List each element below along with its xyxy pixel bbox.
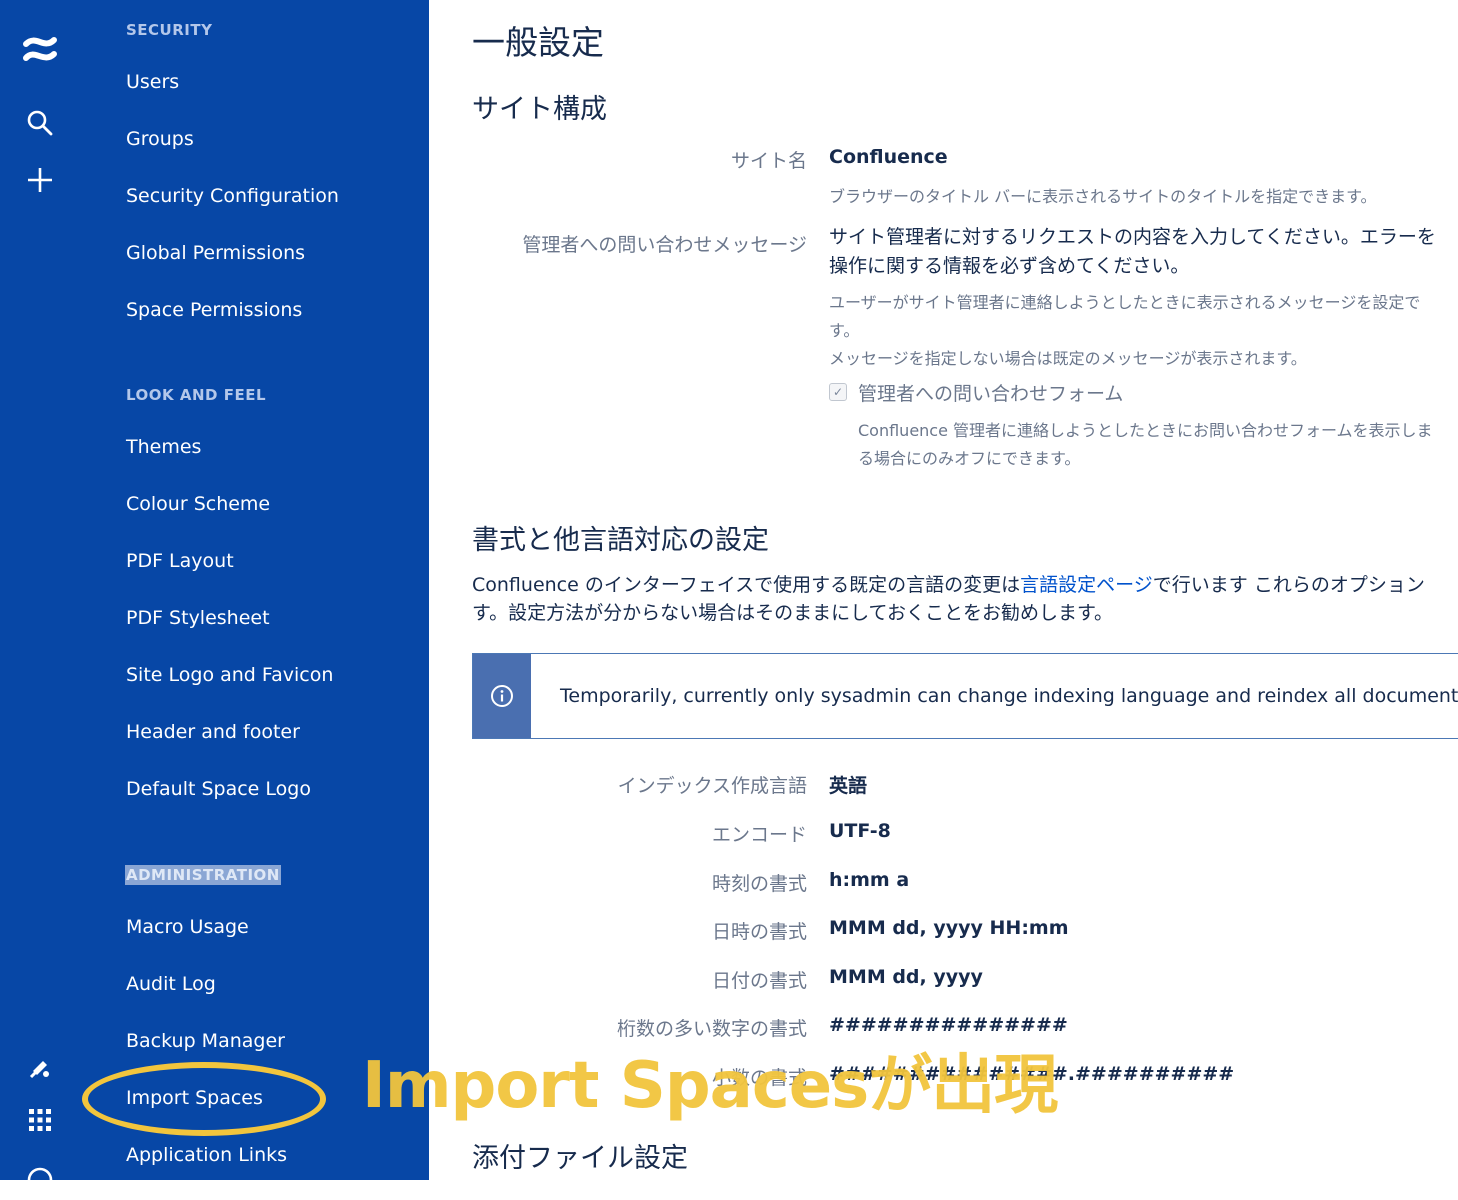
sidebar-item-application-links[interactable]: Application Links — [126, 1144, 287, 1166]
plus-icon[interactable] — [20, 160, 60, 200]
section-title-format: 書式と他言語対応の設定 — [472, 525, 769, 556]
section-heading-look-and-feel: LOOK AND FEEL — [126, 386, 267, 404]
info-icon — [473, 654, 531, 738]
field-label-date-format: 日付の書式 — [711, 970, 807, 992]
app-switcher-icon[interactable] — [20, 1100, 60, 1140]
global-nav-rail — [0, 0, 84, 1193]
site-name-value: Confluence — [829, 146, 948, 168]
sidebar-item-groups[interactable]: Groups — [126, 128, 194, 150]
sidebar-item-default-space-logo[interactable]: Default Space Logo — [126, 778, 311, 800]
section-title-attachments: 添付ファイル設定 — [472, 1143, 688, 1174]
admin-sidebar: SECURITY Users Groups Security Configura… — [84, 0, 429, 1180]
field-label-time-format: 時刻の書式 — [711, 873, 807, 895]
contact-form-desc-line2: る場合にのみオフにできます。 — [858, 449, 1081, 468]
contact-form-desc-line1: Confluence 管理者に連絡しようとしたときにお問い合わせフォームを表示し… — [858, 421, 1433, 440]
field-value-date-format: MMM dd, yyyy — [829, 966, 983, 988]
contact-message-desc-line3: メッセージを指定しない場合は既定のメッセージが表示されます。 — [829, 349, 1307, 368]
sidebar-item-users[interactable]: Users — [126, 71, 179, 93]
sidebar-item-space-permissions[interactable]: Space Permissions — [126, 299, 302, 321]
language-settings-link[interactable]: 言語設定ページ — [1020, 574, 1153, 596]
site-name-description: ブラウザーのタイトル バーに表示されるサイトのタイトルを指定できます。 — [829, 187, 1377, 206]
field-label-indexing-language: インデックス作成言語 — [617, 775, 807, 797]
sidebar-item-pdf-layout[interactable]: PDF Layout — [126, 550, 234, 572]
search-icon[interactable] — [20, 103, 60, 143]
format-intro-line2: す。設定方法が分からない場合はそのままにしておくことをお勧めします。 — [472, 602, 1114, 624]
confluence-logo-icon[interactable] — [20, 32, 60, 72]
field-value-long-number-format: ############### — [829, 1014, 1068, 1036]
sidebar-item-audit-log[interactable]: Audit Log — [126, 973, 216, 995]
format-intro-pre: Confluence のインターフェイスで使用する既定の言語の変更は — [472, 574, 1021, 596]
section-heading-security: SECURITY — [126, 21, 213, 39]
site-name-label: サイト名 — [730, 150, 807, 172]
contact-message-label: 管理者への問い合わせメッセージ — [522, 234, 807, 256]
field-label-datetime-format: 日時の書式 — [711, 921, 807, 943]
contact-form-checkbox-label: 管理者への問い合わせフォーム — [858, 383, 1124, 405]
help-icon[interactable] — [20, 1160, 60, 1200]
main-content: 一般設定 サイト構成 サイト名 Confluence ブラウザーのタイトル バー… — [429, 0, 1458, 1180]
format-intro-line1: Confluence のインターフェイスで使用する既定の言語の変更は言語設定ペー… — [472, 570, 1425, 597]
annotation-highlight-ellipse — [82, 1062, 326, 1136]
field-value-indexing-language: 英語 — [829, 775, 868, 797]
contact-form-checkbox[interactable]: ✓ — [829, 383, 847, 401]
sidebar-item-backup-manager[interactable]: Backup Manager — [126, 1030, 285, 1052]
sidebar-item-global-permissions[interactable]: Global Permissions — [126, 242, 305, 264]
contact-message-desc-line1: ユーザーがサイト管理者に連絡しようとしたときに表示されるメッセージを設定で — [829, 293, 1421, 312]
sidebar-item-themes[interactable]: Themes — [126, 436, 201, 458]
sidebar-item-colour-scheme[interactable]: Colour Scheme — [126, 493, 270, 515]
notification-icon[interactable] — [20, 1048, 60, 1088]
sidebar-item-pdf-stylesheet[interactable]: PDF Stylesheet — [126, 607, 270, 629]
sidebar-item-site-logo-and-favicon[interactable]: Site Logo and Favicon — [126, 664, 333, 686]
sidebar-item-header-and-footer[interactable]: Header and footer — [126, 721, 300, 743]
page-title: 一般設定 — [472, 23, 604, 62]
field-value-encoding: UTF-8 — [829, 820, 891, 842]
info-message-box: Temporarily, currently only sysadmin can… — [472, 653, 1458, 739]
field-label-encoding: エンコード — [711, 824, 807, 846]
section-title-site-config: サイト構成 — [472, 94, 607, 125]
sidebar-item-macro-usage[interactable]: Macro Usage — [126, 916, 249, 938]
format-intro-post: で行います これらのオプション — [1152, 574, 1425, 596]
sidebar-item-security-configuration[interactable]: Security Configuration — [126, 185, 339, 207]
field-value-time-format: h:mm a — [829, 869, 910, 891]
contact-message-text-line2: 操作に関する情報を必ず含めてください。 — [829, 255, 1190, 277]
annotation-callout-text: Import Spacesが出現 — [362, 1049, 1058, 1123]
section-heading-administration: ADMINISTRATION — [125, 865, 281, 885]
contact-message-text-line1: サイト管理者に対するリクエストの内容を入力してください。エラーを — [829, 226, 1436, 248]
contact-message-desc-line2: す。 — [829, 321, 860, 340]
field-value-datetime-format: MMM dd, yyyy HH:mm — [829, 917, 1069, 939]
info-message-text: Temporarily, currently only sysadmin can… — [560, 685, 1458, 707]
